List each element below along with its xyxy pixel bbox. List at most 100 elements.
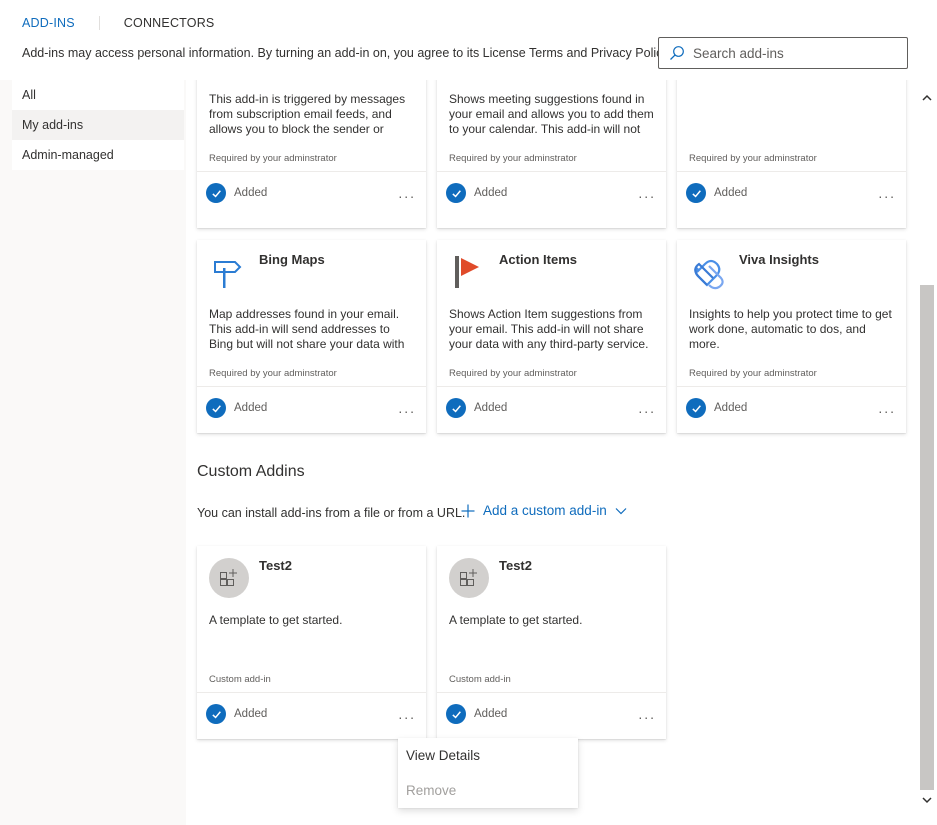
add-custom-add-in-button[interactable]: Add a custom add-in [461,503,627,518]
status-label: Added [474,402,508,414]
status-label: Added [234,187,268,199]
add-in-placeholder-icon [209,558,249,598]
check-icon [206,704,226,724]
signpost-icon [214,261,242,288]
check-icon [206,398,226,418]
check-icon [446,704,466,724]
add-in-requirement: Required by your adminstrator [449,368,577,379]
add-in-description: A template to get started. [449,613,583,627]
more-options-button[interactable]: ... [638,401,656,415]
card-divider [437,692,666,693]
tab-bar: ADD-INS CONNECTORS [22,16,214,30]
check-icon [446,398,466,418]
check-icon [206,183,226,203]
check-icon [446,183,466,203]
privacy-disclaimer: Add-ins may access personal information.… [22,46,672,60]
add-custom-add-in-label: Add a custom add-in [483,503,607,518]
left-nav: All My add-ins Admin-managed [12,80,184,170]
status-label: Added [474,187,508,199]
card-divider [197,386,426,387]
nav-item-all[interactable]: All [12,80,184,110]
status-label: Added [474,708,508,720]
more-options-button[interactable]: ... [638,707,656,721]
add-in-status: Added [206,397,267,419]
more-options-button[interactable]: ... [878,401,896,415]
add-in-description: Shows meeting suggestions found in your … [449,92,654,136]
add-in-requirement: Required by your adminstrator [689,368,817,379]
add-in-card[interactable]: Shows meeting suggestions found in your … [437,80,666,228]
search-box[interactable] [658,37,908,69]
plus-icon [461,504,475,517]
custom-addins-heading: Custom Addins [197,463,305,480]
nav-item-my-add-ins[interactable]: My add-ins [12,110,184,140]
add-in-requirement: Custom add-in [209,674,271,685]
status-label: Added [714,402,748,414]
add-in-card-action-items[interactable]: Action Items Shows Action Item suggestio… [437,240,666,433]
top-bar: ADD-INS CONNECTORS Add-ins may access pe… [0,0,937,80]
more-options-button[interactable]: ... [398,707,416,721]
add-in-name: Bing Maps [259,252,325,267]
add-in-name: Test2 [259,558,292,573]
search-icon [670,46,684,60]
more-options-button[interactable]: ... [398,186,416,200]
card-divider [437,171,666,172]
add-in-status: Added [686,182,747,204]
more-options-button[interactable]: ... [878,186,896,200]
tab-connectors[interactable]: CONNECTORS [124,16,215,30]
add-in-description: Shows Action Item suggestions from your … [449,307,649,351]
status-label: Added [234,402,268,414]
add-in-requirement: Required by your adminstrator [689,153,817,164]
chevron-down-icon [615,507,627,514]
add-in-card-viva-insights[interactable]: Viva Insights Insights to help you prote… [677,240,906,433]
add-in-requirement: Required by your adminstrator [209,368,337,379]
add-in-card[interactable]: This add-in is triggered by messages fro… [197,80,426,228]
more-options-button[interactable]: ... [398,401,416,415]
card-divider [197,692,426,693]
add-in-status: Added [446,703,507,725]
card-divider [437,386,666,387]
add-in-status: Added [446,182,507,204]
custom-add-in-card[interactable]: Test2 A template to get started. Custom … [197,546,426,739]
add-in-status: Added [206,703,267,725]
add-in-name: Test2 [499,558,532,573]
context-menu: View Details Remove [398,738,578,808]
chevron-up-icon[interactable] [921,92,933,104]
search-input[interactable] [693,45,893,61]
card-divider [197,171,426,172]
flag-icon [455,256,479,288]
menu-item-remove[interactable]: Remove [398,773,578,808]
check-icon [686,398,706,418]
add-ins-list: This add-in is triggered by messages fro… [186,80,917,825]
status-label: Added [714,187,748,199]
add-in-status: Added [686,397,747,419]
add-in-card-bing-maps[interactable]: Bing Maps Map addresses found in your em… [197,240,426,433]
add-in-status: Added [446,397,507,419]
add-in-name: Viva Insights [739,252,819,267]
card-divider [677,386,906,387]
nav-item-admin-managed[interactable]: Admin-managed [12,140,184,170]
add-in-description [689,92,897,137]
add-in-description: Map addresses found in your email. This … [209,307,405,351]
tab-add-ins[interactable]: ADD-INS [22,16,75,30]
chevron-down-icon[interactable] [921,794,933,806]
vertical-scrollbar[interactable] [917,80,937,825]
tab-divider [98,16,100,30]
add-in-requirement: Required by your adminstrator [209,153,337,164]
custom-add-in-card[interactable]: Test2 A template to get started. Custom … [437,546,666,739]
menu-item-view-details[interactable]: View Details [398,738,578,773]
check-icon [686,183,706,203]
add-in-status: Added [206,182,267,204]
add-in-requirement: Required by your adminstrator [449,153,577,164]
add-in-placeholder-icon [449,558,489,598]
add-in-card[interactable]: Required by your adminstrator Added ... [677,80,906,228]
add-in-description: This add-in is triggered by messages fro… [209,92,406,136]
viva-insights-icon [694,259,724,290]
add-in-description: A template to get started. [209,613,343,627]
add-in-name: Action Items [499,252,578,267]
scrollbar-thumb[interactable] [920,285,934,790]
status-label: Added [234,708,268,720]
add-in-requirement: Custom add-in [449,674,511,685]
more-options-button[interactable]: ... [638,186,656,200]
install-instructions: You can install add-ins from a file or f… [197,506,466,520]
add-in-description: Insights to help you protect time to get… [689,307,892,351]
